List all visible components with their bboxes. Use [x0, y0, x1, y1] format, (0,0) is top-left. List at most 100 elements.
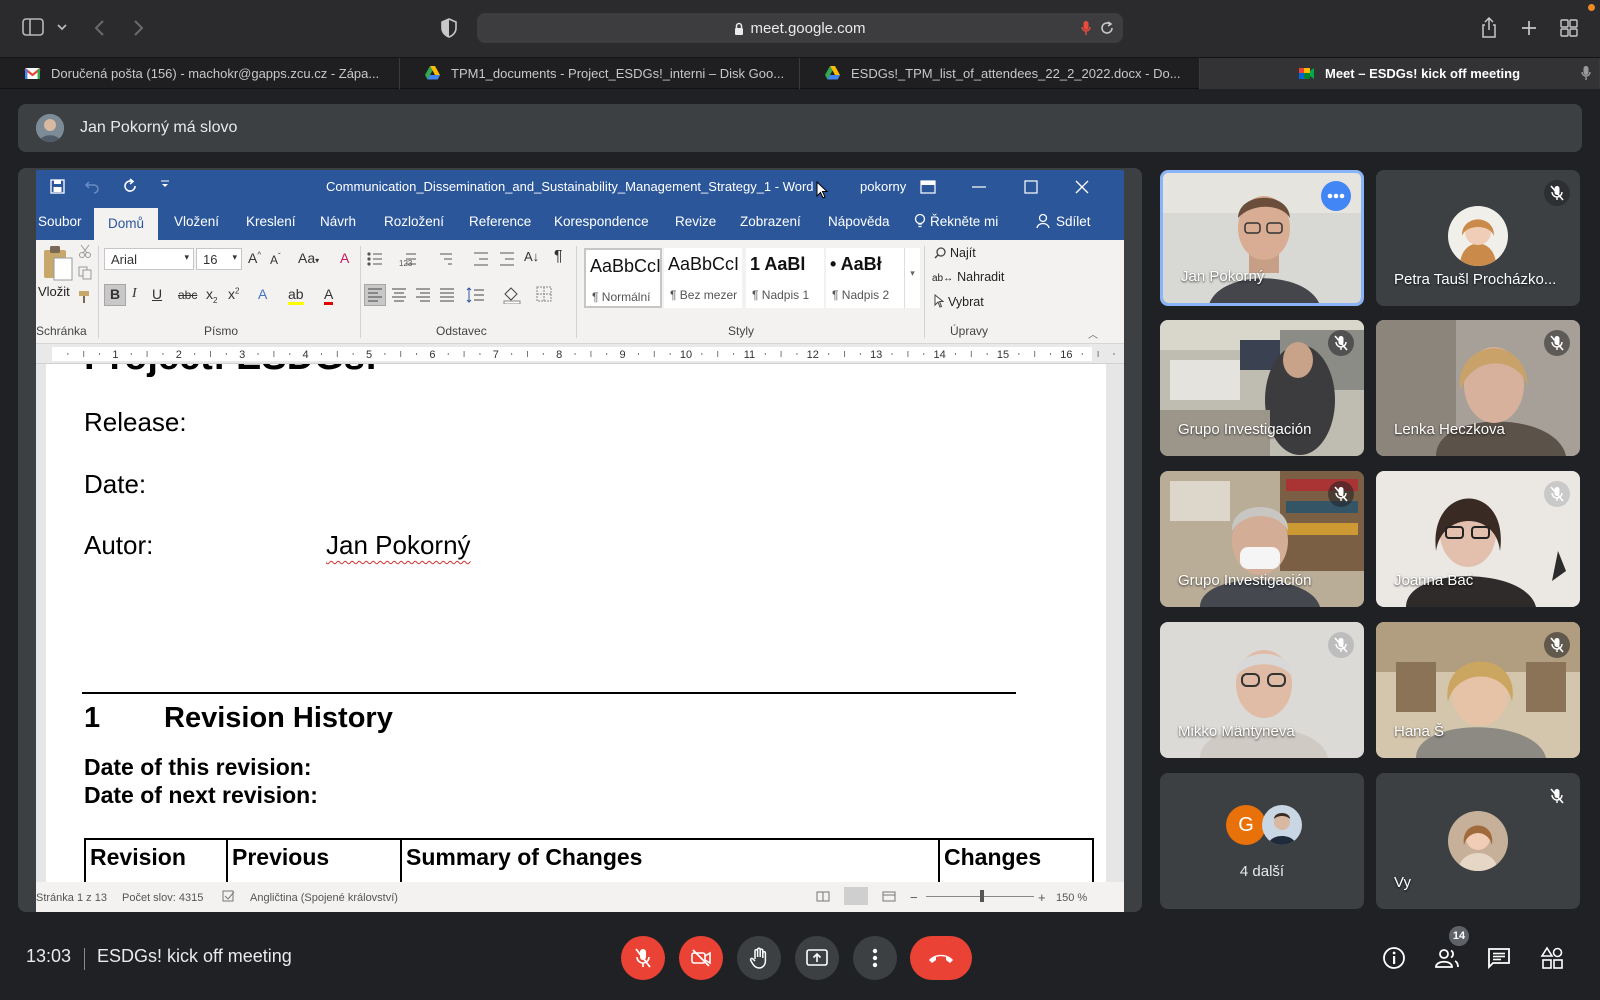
- tab-kresleni[interactable]: Kreslení: [246, 204, 296, 240]
- paste-icon[interactable]: [40, 244, 74, 282]
- style-heading-2[interactable]: • AaBł ¶ Nadpis 2: [826, 248, 904, 308]
- participant-tile-hana[interactable]: Hana Š: [1376, 622, 1580, 758]
- tab-microphone-icon[interactable]: [1581, 65, 1591, 81]
- cut-icon[interactable]: [78, 244, 92, 258]
- read-mode-icon[interactable]: [816, 891, 830, 902]
- microphone-icon[interactable]: [1081, 20, 1091, 36]
- font-name-box[interactable]: Arial ▾: [104, 248, 194, 270]
- participant-tile-others[interactable]: G 4 další: [1160, 773, 1364, 909]
- tab-domu[interactable]: Domů: [94, 208, 159, 240]
- proofing-icon[interactable]: [222, 890, 236, 902]
- clear-formatting-icon[interactable]: A: [340, 250, 349, 266]
- close-icon[interactable]: [1075, 180, 1089, 194]
- participant-tile-self[interactable]: Vy: [1376, 773, 1580, 909]
- meeting-info-button[interactable]: [1378, 942, 1410, 974]
- participant-tile-joanna[interactable]: Joanna Bać: [1376, 471, 1580, 607]
- privacy-shield-icon[interactable]: [440, 18, 458, 38]
- word-count[interactable]: Počet slov: 4315: [122, 892, 203, 904]
- participant-tile-grupo-investigacion-1[interactable]: Grupo Investigación: [1160, 320, 1364, 456]
- copy-icon[interactable]: [78, 266, 92, 280]
- minimize-icon[interactable]: [972, 186, 986, 188]
- bullets-icon[interactable]: 123: [366, 250, 536, 268]
- participant-tile-jan-pokorny[interactable]: Jan Pokorný: [1160, 170, 1364, 306]
- shrink-font-icon[interactable]: Aˇ: [270, 252, 281, 267]
- tell-me-search[interactable]: Řekněte mi: [914, 204, 998, 240]
- chat-button[interactable]: [1483, 942, 1515, 974]
- more-options-icon[interactable]: [1321, 181, 1351, 211]
- strikethrough-icon[interactable]: abc: [178, 288, 197, 302]
- text-effects-icon[interactable]: A: [258, 286, 267, 302]
- find-button[interactable]: Najít: [934, 246, 976, 260]
- undo-icon[interactable]: [84, 179, 100, 194]
- address-bar[interactable]: meet.google.com: [477, 13, 1123, 43]
- redo-icon[interactable]: [122, 178, 138, 194]
- subscript-icon[interactable]: x2: [206, 286, 217, 305]
- tab-drive-attendees[interactable]: ESDGs!_TPM_list_of_attendees_22_2_2022.d…: [800, 58, 1200, 89]
- zoom-slider-handle[interactable]: [980, 890, 984, 902]
- zoom-level[interactable]: 150 %: [1056, 892, 1087, 904]
- share-button[interactable]: Sdílet: [1036, 204, 1091, 240]
- web-layout-icon[interactable]: [882, 891, 896, 902]
- tab-soubor[interactable]: Soubor: [38, 204, 82, 240]
- paste-button[interactable]: Vložit: [38, 284, 70, 299]
- save-icon[interactable]: [50, 179, 65, 194]
- style-no-spacing[interactable]: AaBbCcI ¶ Bez mezer: [664, 248, 742, 308]
- tab-drive-documents[interactable]: TPM1_documents - Project_ESDGs!_interni …: [400, 58, 800, 89]
- tab-meet[interactable]: Meet – ESDGs! kick off meeting: [1200, 58, 1600, 89]
- participant-tile-mikko[interactable]: Mikko Mäntyneva: [1160, 622, 1364, 758]
- customize-toolbar-icon[interactable]: [160, 178, 170, 190]
- more-options-button[interactable]: [853, 936, 897, 980]
- tab-revize[interactable]: Revize: [675, 204, 716, 240]
- tab-napoveda[interactable]: Nápověda: [828, 204, 890, 240]
- shading-icon[interactable]: [502, 284, 522, 304]
- borders-icon[interactable]: [536, 286, 552, 302]
- zoom-out-icon[interactable]: −: [910, 890, 918, 905]
- reload-icon[interactable]: [1099, 20, 1115, 36]
- tab-zobrazeni[interactable]: Zobrazení: [740, 204, 801, 240]
- share-icon[interactable]: [1480, 17, 1498, 39]
- font-color-icon[interactable]: A: [324, 286, 334, 305]
- participant-tile-grupo-investigacion-2[interactable]: Grupo Investigación: [1160, 471, 1364, 607]
- people-button[interactable]: [1431, 942, 1463, 974]
- back-icon[interactable]: [93, 19, 105, 37]
- document-page[interactable]: Project: ESDGs! Release: Date: Autor: Ja…: [46, 364, 1106, 882]
- tab-vlozeni[interactable]: Vložení: [174, 204, 219, 240]
- tab-navrh[interactable]: Návrh: [320, 204, 356, 240]
- underline-icon[interactable]: U: [152, 286, 162, 302]
- style-normal[interactable]: AaBbCcI ¶ Normální: [584, 248, 662, 308]
- font-size-box[interactable]: 16 ▾: [196, 248, 242, 270]
- chevron-down-icon[interactable]: [56, 22, 68, 32]
- highlight-icon[interactable]: ab: [288, 286, 304, 305]
- page-indicator[interactable]: Stránka 1 z 13: [36, 892, 107, 904]
- change-case-icon[interactable]: Aa▾: [298, 250, 319, 266]
- language-indicator[interactable]: Angličtina (Spojené království): [250, 892, 398, 904]
- microphone-toggle-button[interactable]: [621, 936, 665, 980]
- styles-scroll[interactable]: ▾: [904, 248, 920, 308]
- format-painter-icon[interactable]: [78, 290, 92, 304]
- tab-gmail[interactable]: Doručená pošta (156) - machokr@gapps.zcu…: [0, 58, 400, 89]
- sort-icon[interactable]: A↓: [524, 249, 539, 264]
- activities-button[interactable]: [1536, 942, 1568, 974]
- sidebar-toggle-icon[interactable]: [22, 18, 44, 36]
- italic-icon[interactable]: I: [132, 286, 137, 302]
- superscript-icon[interactable]: x2: [228, 286, 239, 302]
- bold-icon[interactable]: B: [110, 286, 120, 302]
- tab-korespondence[interactable]: Korespondence: [554, 204, 649, 240]
- maximize-icon[interactable]: [1024, 180, 1038, 194]
- ribbon-display-options-icon[interactable]: [920, 180, 936, 194]
- align-left-icon[interactable]: [368, 288, 458, 302]
- tab-reference[interactable]: Reference: [469, 204, 531, 240]
- document-canvas[interactable]: Project: ESDGs! Release: Date: Autor: Ja…: [36, 364, 1124, 882]
- collapse-ribbon-icon[interactable]: ︿: [1088, 326, 1098, 341]
- participant-tile-petra[interactable]: Petra Taušl Procházko...: [1376, 170, 1580, 306]
- signed-in-user[interactable]: pokorny: [860, 179, 906, 194]
- select-button[interactable]: Vybrat: [934, 294, 984, 309]
- print-layout-icon[interactable]: [844, 887, 868, 905]
- replace-button[interactable]: ab↔ Nahradit: [932, 270, 1004, 284]
- show-formatting-marks-icon[interactable]: ¶: [554, 248, 563, 266]
- end-call-button[interactable]: [910, 936, 972, 980]
- style-heading-1[interactable]: 1 AaBl ¶ Nadpis 1: [746, 248, 824, 308]
- forward-icon[interactable]: [133, 19, 145, 37]
- tab-overview-icon[interactable]: [1560, 19, 1578, 37]
- raise-hand-button[interactable]: [737, 936, 781, 980]
